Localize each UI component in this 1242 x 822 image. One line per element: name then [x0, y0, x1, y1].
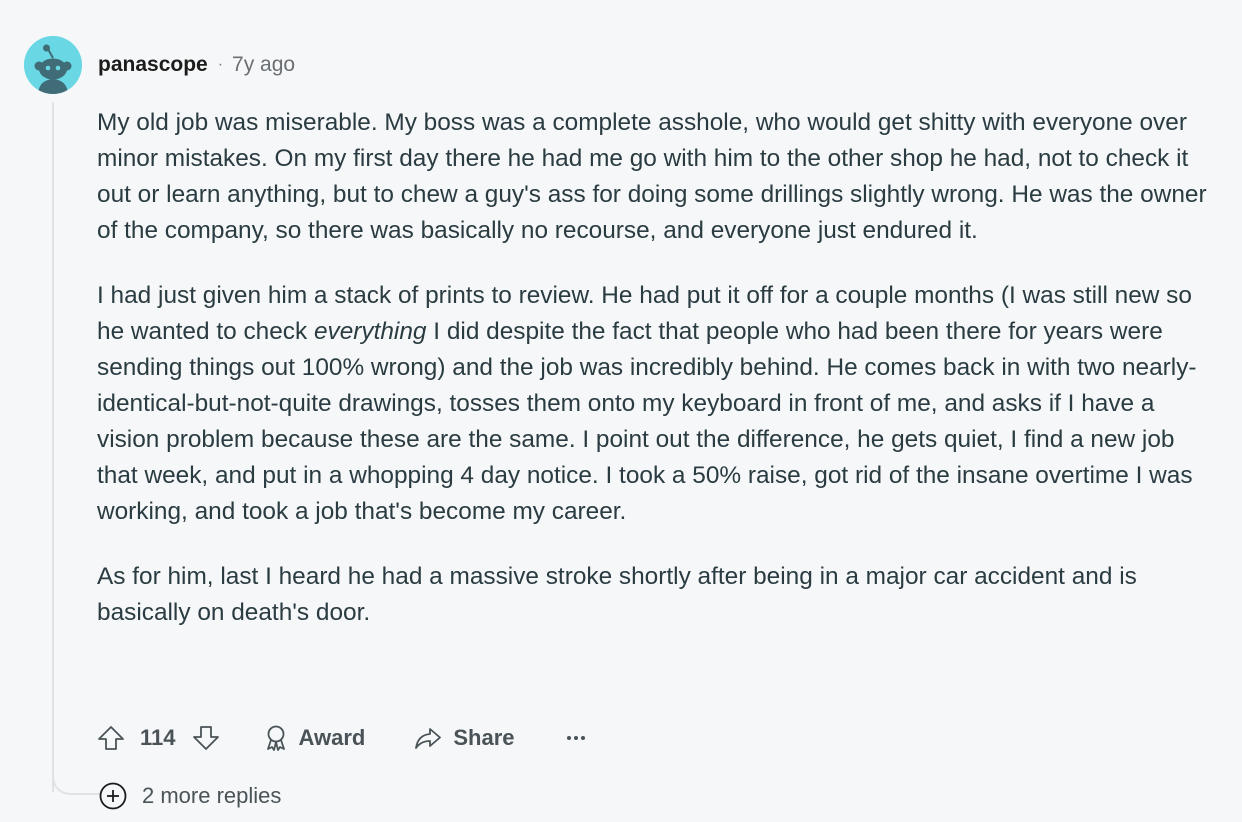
- comment-paragraph-3: As for him, last I heard he had a massiv…: [97, 563, 1137, 626]
- separator-dot: ·: [217, 56, 224, 73]
- username[interactable]: panascope: [98, 53, 208, 77]
- comment-header: panascope · 7y ago: [98, 52, 295, 78]
- award-button[interactable]: Award: [261, 723, 366, 753]
- more-replies-label: 2 more replies: [142, 783, 282, 808]
- thread-line-branch: [52, 745, 102, 795]
- comment-paragraph-2: I had just given him a stack of prints t…: [97, 278, 1207, 530]
- share-arrow-icon: [415, 728, 442, 749]
- avatar[interactable]: [24, 36, 82, 94]
- share-label: Share: [453, 725, 515, 750]
- paragraph-2-text-end: I did despite the fact that people who h…: [97, 318, 1197, 525]
- upvote-arrow-icon: [98, 726, 124, 750]
- ellipsis-icon: [566, 736, 585, 740]
- comment-actions: 114 Award Share: [96, 720, 587, 756]
- more-replies-button[interactable]: 2 more replies: [98, 781, 281, 811]
- thread-line[interactable]: [52, 102, 54, 792]
- vote-score: 114: [140, 725, 176, 750]
- award-label: Award: [298, 725, 366, 750]
- award-ribbon-icon: [266, 725, 285, 751]
- downvote-button[interactable]: [191, 723, 221, 753]
- comment-paragraph-1: My old job was miserable. My boss was a …: [97, 109, 1207, 244]
- snoo-avatar-icon: [24, 36, 82, 94]
- upvote-button[interactable]: [96, 723, 126, 753]
- comment: panascope · 7y ago My old job was misera…: [0, 0, 1242, 822]
- timestamp[interactable]: 7y ago: [232, 53, 295, 77]
- more-options-button[interactable]: [565, 723, 587, 753]
- plus-circle-icon: [99, 782, 127, 810]
- share-button[interactable]: Share: [413, 723, 515, 753]
- emphasized-text: everything: [313, 318, 427, 345]
- downvote-arrow-icon: [192, 726, 219, 750]
- comment-body: My old job was miserable. My boss was a …: [97, 105, 1207, 660]
